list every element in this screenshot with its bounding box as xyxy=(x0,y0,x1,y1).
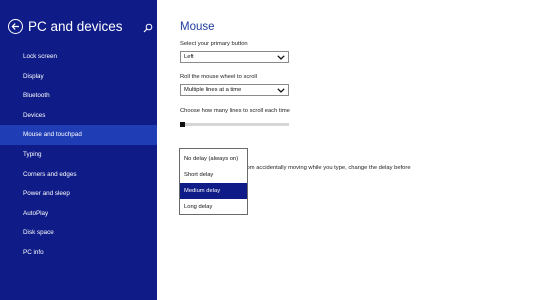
scroll-wheel-select[interactable]: Multiple lines at a time xyxy=(180,84,289,96)
scroll-wheel-value: Multiple lines at a time xyxy=(184,86,242,93)
sidebar-item-devices[interactable]: Devices xyxy=(0,106,157,126)
chevron-down-icon xyxy=(277,55,285,60)
sidebar-item-mouse-and-touchpad[interactable]: Mouse and touchpad xyxy=(0,125,157,145)
settings-sidebar: PC and devices Lock screen Display Bluet… xyxy=(0,0,157,300)
scroll-lines-slider-thumb[interactable] xyxy=(180,122,185,127)
sidebar-title: PC and devices xyxy=(28,19,123,34)
dropdown-option-short-delay[interactable]: Short delay xyxy=(180,167,247,183)
chevron-down-icon xyxy=(277,88,285,93)
sidebar-item-pc-info[interactable]: PC info xyxy=(0,243,157,263)
sidebar-item-lock-screen[interactable]: Lock screen xyxy=(0,47,157,67)
dropdown-option-long-delay[interactable]: Long delay xyxy=(180,199,247,215)
sidebar-item-power-and-sleep[interactable]: Power and sleep xyxy=(0,184,157,204)
sidebar-item-bluetooth[interactable]: Bluetooth xyxy=(0,86,157,106)
sidebar-nav: Lock screen Display Bluetooth Devices Mo… xyxy=(0,47,157,263)
sidebar-item-autoplay[interactable]: AutoPlay xyxy=(0,204,157,224)
primary-button-label: Select your primary button xyxy=(180,41,248,47)
sidebar-item-disk-space[interactable]: Disk space xyxy=(0,223,157,243)
search-icon[interactable] xyxy=(143,20,153,33)
scroll-wheel-label: Roll the mouse wheel to scroll xyxy=(180,74,258,80)
primary-button-value: Left xyxy=(184,53,194,60)
dropdown-option-medium-delay[interactable]: Medium delay xyxy=(180,183,247,199)
touchpad-delay-description: from accidentally moving while you type,… xyxy=(243,165,411,171)
sidebar-item-display[interactable]: Display xyxy=(0,67,157,87)
dropdown-option-no-delay[interactable]: No delay (always on) xyxy=(180,151,247,167)
page-title: Mouse xyxy=(180,21,215,33)
sidebar-header: PC and devices xyxy=(0,18,157,38)
scroll-lines-slider-track[interactable] xyxy=(180,123,289,126)
scroll-lines-label: Choose how many lines to scroll each tim… xyxy=(180,108,290,114)
touchpad-delay-dropdown: No delay (always on) Short delay Medium … xyxy=(179,148,248,215)
primary-button-select[interactable]: Left xyxy=(180,51,289,63)
sidebar-item-typing[interactable]: Typing xyxy=(0,145,157,165)
back-arrow-icon[interactable] xyxy=(8,19,23,34)
sidebar-item-corners-and-edges[interactable]: Corners and edges xyxy=(0,165,157,185)
